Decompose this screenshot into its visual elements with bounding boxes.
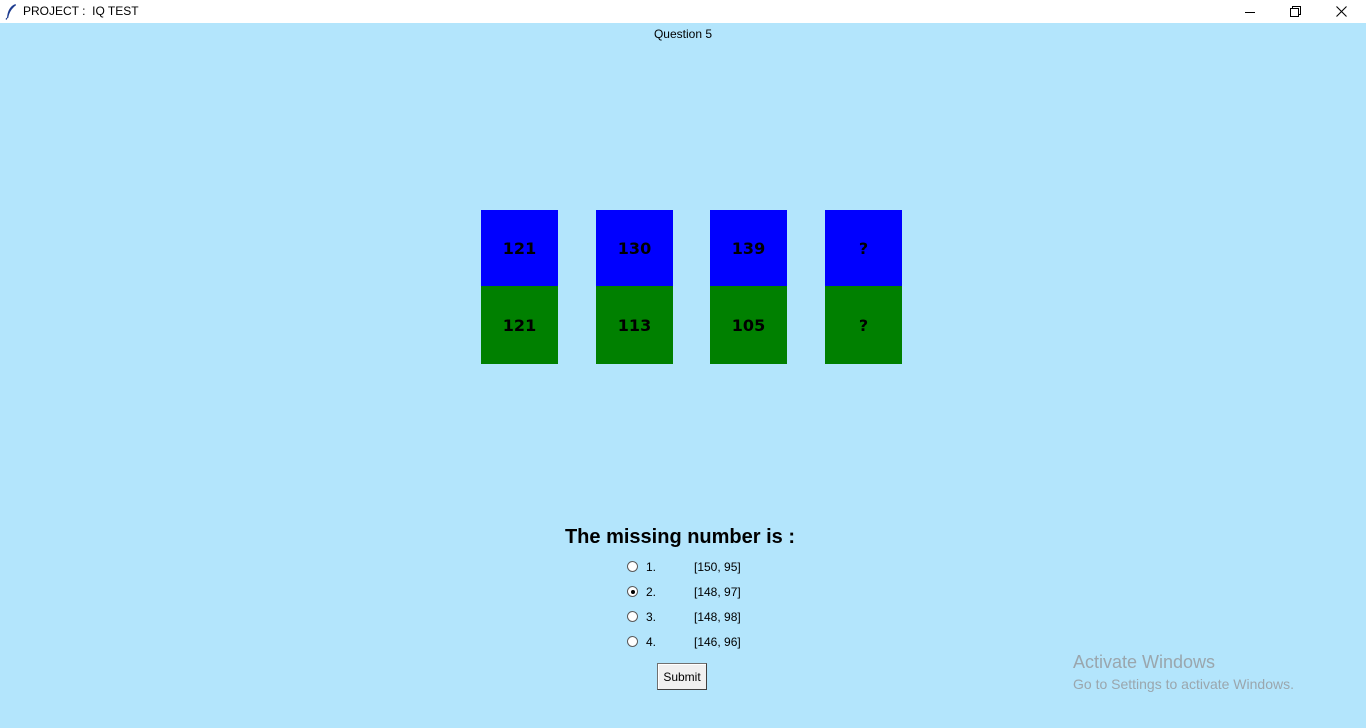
watermark-title: Activate Windows [1073, 652, 1216, 672]
card-top-value: ? [825, 210, 902, 286]
title-bar[interactable]: PROJECT : IQ TEST [0, 0, 1366, 23]
radio-button-selected[interactable] [627, 586, 638, 597]
option-number: 1. [646, 560, 657, 574]
radio-button[interactable] [627, 611, 638, 622]
question-prompt: The missing number is : [564, 526, 796, 548]
option-value: [148, 97] [694, 585, 741, 599]
feather-icon [4, 3, 18, 20]
close-icon [1335, 6, 1347, 17]
option-number: 4. [646, 635, 657, 649]
number-card: 130 113 [596, 210, 673, 364]
option-number: 3. [646, 610, 657, 624]
minimize-button[interactable] [1227, 0, 1273, 23]
number-card: 121 121 [481, 210, 558, 364]
minimize-icon [1245, 7, 1255, 17]
question-label: Question 5 [653, 27, 713, 41]
option-value: [148, 98] [694, 610, 741, 624]
answer-option-4[interactable]: 4. [146, 96] [627, 634, 767, 652]
answer-option-3[interactable]: 3. [148, 98] [627, 609, 767, 627]
number-card-missing: ? ? [825, 210, 902, 364]
option-number: 2. [646, 585, 657, 599]
card-top-value: 130 [596, 210, 673, 286]
option-value: [146, 96] [694, 635, 741, 649]
window-title: PROJECT : IQ TEST [23, 4, 139, 18]
number-card: 139 105 [710, 210, 787, 364]
restore-icon [1289, 6, 1301, 17]
card-top-value: 121 [481, 210, 558, 286]
card-bottom-value: 113 [596, 286, 673, 364]
answer-option-1[interactable]: 1. [150, 95] [627, 559, 767, 577]
card-bottom-value: ? [825, 286, 902, 364]
app-window: PROJECT : IQ TEST Question 5 121 121 130… [0, 0, 1366, 728]
option-value: [150, 95] [694, 560, 741, 574]
card-bottom-value: 105 [710, 286, 787, 364]
radio-button[interactable] [627, 561, 638, 572]
restore-button[interactable] [1272, 0, 1318, 23]
card-top-value: 139 [710, 210, 787, 286]
radio-button[interactable] [627, 636, 638, 647]
watermark-subtitle: Go to Settings to activate Windows. [1073, 676, 1294, 692]
activation-watermark: Activate Windows Go to Settings to activ… [1073, 651, 1294, 695]
submit-button[interactable]: Submit [657, 663, 707, 690]
card-bottom-value: 121 [481, 286, 558, 364]
close-button[interactable] [1318, 0, 1364, 23]
answer-option-2[interactable]: 2. [148, 97] [627, 584, 767, 602]
